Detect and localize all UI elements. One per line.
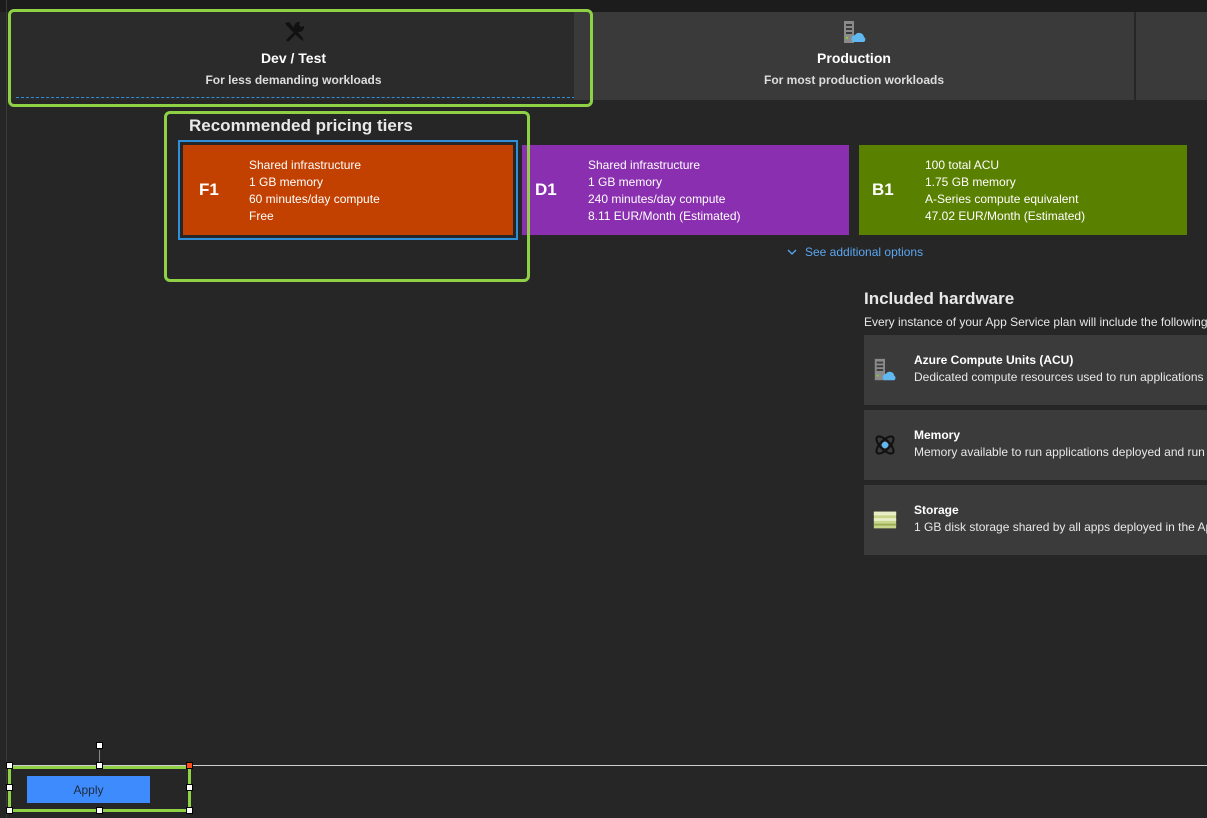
left-border <box>6 0 7 818</box>
top-border <box>0 0 1207 12</box>
resize-handle-bottom-right[interactable] <box>186 807 193 814</box>
tier-code: B1 <box>872 180 894 199</box>
server-cloud-icon <box>874 358 896 381</box>
chevron-down-icon <box>787 249 797 255</box>
tier-detail-line: 8.11 EUR/Month (Estimated) <box>588 209 741 223</box>
included-hardware-title: Included hardware <box>864 289 1015 308</box>
tier-card-b1[interactable]: B1 100 total ACU 1.75 GB memory A-Series… <box>859 145 1187 235</box>
hardware-item-desc: 1 GB disk storage shared by all apps dep… <box>914 520 1207 534</box>
tab-isolated[interactable] <box>1136 12 1207 100</box>
included-hardware-subtitle: Every instance of your App Service plan … <box>864 315 1207 329</box>
resize-handle-top-left[interactable] <box>6 762 13 769</box>
hardware-item-desc: Dedicated compute resources used to run … <box>914 370 1207 384</box>
tab-dev-test-subtitle: For less demanding workloads <box>205 73 382 87</box>
tier-card-d1[interactable]: D1 Shared infrastructure 1 GB memory 240… <box>522 145 849 235</box>
resize-handle-top-right[interactable] <box>186 762 193 769</box>
memory-icon <box>875 435 895 455</box>
tab-focus-underline <box>16 97 575 98</box>
tab-production[interactable]: Production For most production workloads <box>574 12 1134 100</box>
resize-handle-bottom-left[interactable] <box>6 807 13 814</box>
tab-dev-test[interactable]: Dev / Test For less demanding workloads <box>12 12 575 100</box>
tier-detail-line: 100 total ACU <box>925 158 1000 172</box>
tier-detail-line: 240 minutes/day compute <box>588 192 726 206</box>
resize-handle-right[interactable] <box>186 784 193 791</box>
tier-code: D1 <box>535 180 557 199</box>
resize-handle-bottom[interactable] <box>96 807 103 814</box>
hardware-item-acu: Azure Compute Units (ACU) Dedicated comp… <box>864 335 1207 405</box>
recommended-tiers-title: Recommended pricing tiers <box>189 116 413 135</box>
hardware-item-name: Storage <box>914 503 959 517</box>
see-additional-options-link[interactable]: See additional options <box>787 245 923 259</box>
storage-icon <box>873 511 897 529</box>
tier-details: Shared infrastructure 1 GB memory 240 mi… <box>588 157 741 225</box>
tier-detail-line: 1.75 GB memory <box>925 175 1016 189</box>
tier-detail-line: 47.02 EUR/Month (Estimated) <box>925 209 1086 223</box>
tier-detail-line: 1 GB memory <box>249 175 324 189</box>
tools-icon <box>284 21 304 42</box>
tier-card-f1[interactable]: F1 Shared infrastructure 1 GB memory 60 … <box>183 145 513 235</box>
tab-dev-test-title: Dev / Test <box>260 50 327 66</box>
resize-handle-top[interactable] <box>96 762 103 769</box>
tier-details: 100 total ACU 1.75 GB memory A-Series co… <box>925 157 1085 225</box>
hardware-item-desc: Memory available to run applications dep… <box>914 445 1205 459</box>
hardware-item-memory: Memory Memory available to run applicati… <box>864 410 1207 480</box>
server-cloud-icon <box>844 21 866 43</box>
hardware-item-name: Memory <box>914 428 961 442</box>
resize-handle-left[interactable] <box>6 784 13 791</box>
tab-production-subtitle: For most production workloads <box>763 73 944 87</box>
apply-button[interactable]: Apply <box>27 776 150 803</box>
tier-detail-line: A-Series compute equivalent <box>925 192 1079 206</box>
tab-production-title: Production <box>817 50 891 66</box>
tier-details: Shared infrastructure 1 GB memory 60 min… <box>249 157 380 225</box>
tier-detail-line: 60 minutes/day compute <box>249 192 380 206</box>
tier-detail-line: Shared infrastructure <box>249 158 362 172</box>
see-additional-options-label: See additional options <box>805 245 924 259</box>
rotation-handle[interactable] <box>96 742 103 749</box>
tier-detail-line: Shared infrastructure <box>588 158 701 172</box>
workload-tab-bar: Dev / Test For less demanding workloads … <box>8 12 1207 100</box>
hardware-item-storage: Storage 1 GB disk storage shared by all … <box>864 485 1207 555</box>
hardware-item-name: Azure Compute Units (ACU) <box>914 353 1074 367</box>
tier-detail-line: Free <box>249 209 274 223</box>
tier-detail-line: 1 GB memory <box>588 175 663 189</box>
tier-code: F1 <box>199 180 219 199</box>
